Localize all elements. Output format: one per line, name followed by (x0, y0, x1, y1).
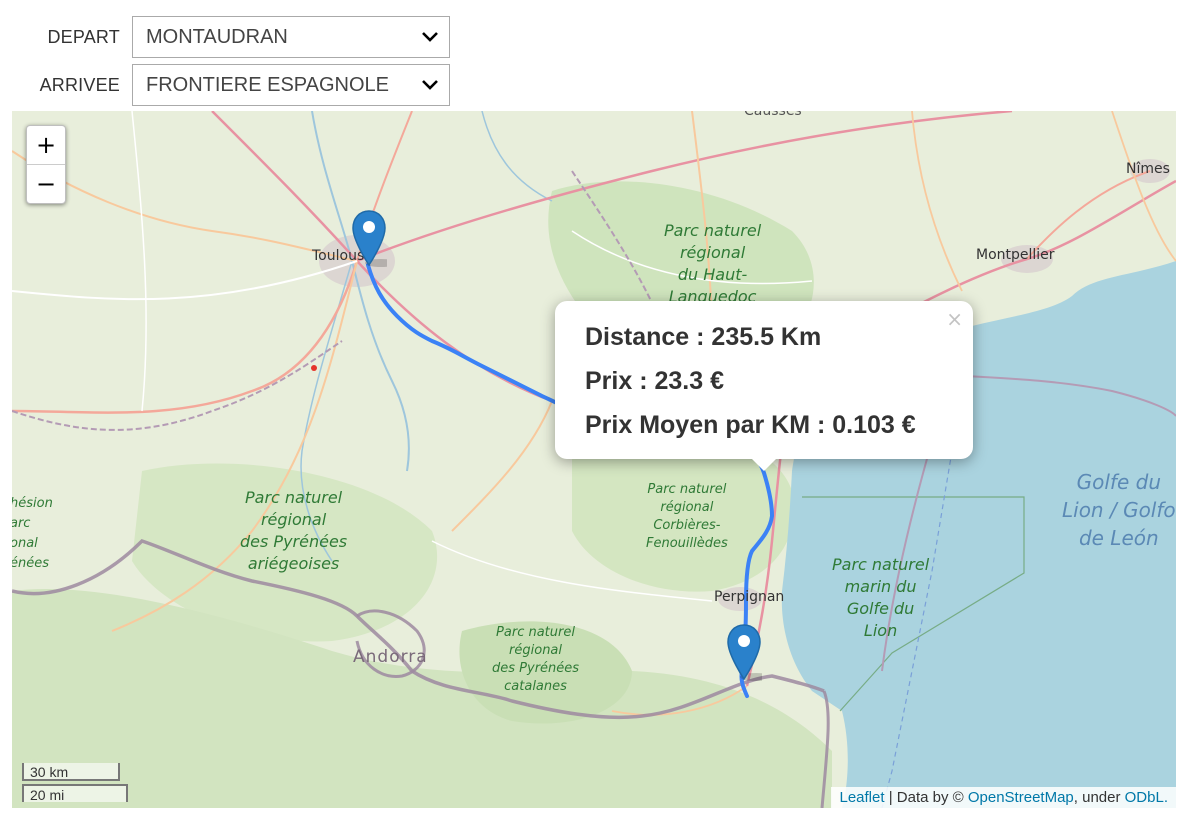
chevron-down-icon (421, 76, 439, 94)
popup-distance: Distance : 235.5 Km (585, 323, 822, 351)
popup-tip (751, 458, 777, 471)
arrivee-select-value: FRONTIERE ESPAGNOLE (146, 73, 390, 96)
arrivee-row: ARRIVEE FRONTIERE ESPAGNOLE (0, 64, 450, 106)
zoom-in-button[interactable]: + (27, 126, 65, 164)
depart-label: DEPART (47, 26, 120, 47)
park-label-pyrenees-catalanes: Parc naturel régional des Pyrénées catalane… (492, 625, 580, 694)
odbl-link[interactable]: ODbL. (1125, 789, 1168, 806)
city-label-nimes: Nîmes (1126, 161, 1170, 177)
attribution-under: , under (1073, 789, 1125, 806)
park-label-corbieres: Parc naturel régional Corbières- Fenouillèd… (646, 482, 728, 551)
popup-prix: Prix : 23.3 € (585, 367, 724, 395)
leaflet-link[interactable]: Leaflet (839, 789, 884, 806)
depart-row: DEPART MONTAUDRAN (0, 16, 450, 58)
sea-label-golfe-du-lion: Golfe du Lion / Golfo de León (1062, 470, 1176, 550)
map-pin-icon (727, 624, 772, 681)
chevron-down-icon (421, 28, 439, 46)
popup-prix-moyen: Prix Moyen par KM : 0.103 € (585, 411, 916, 439)
osm-link[interactable]: OpenStreetMap (968, 789, 1074, 806)
country-label-andorra: Andorra (353, 647, 428, 667)
map-pin-icon (352, 210, 397, 267)
route-info-popup: × Distance : 235.5 Km Prix : 23.3 € Prix… (555, 301, 973, 471)
arrivee-label: ARRIVEE (39, 74, 120, 95)
end-marker[interactable] (726, 623, 772, 686)
attribution-text: | Data by © (884, 789, 968, 806)
scale-km: 30 km (22, 763, 120, 781)
park-label-haut-languedoc: Parc naturel régional du Haut- Languedoc (664, 221, 762, 306)
park-label-pyrenees-ariegeoises: Parc naturel régional des Pyrénées ariégeoi… (240, 488, 348, 573)
city-label-perpignan: Perpignan (714, 589, 785, 605)
scale-mi: 20 mi (22, 784, 128, 803)
depart-select[interactable]: MONTAUDRAN (132, 16, 450, 58)
start-marker[interactable] (351, 209, 397, 272)
map-tiles (12, 111, 1176, 808)
arrivee-select[interactable]: FRONTIERE ESPAGNOLE (132, 64, 450, 106)
depart-select-value: MONTAUDRAN (146, 25, 288, 48)
popup-close-button[interactable]: × (946, 307, 963, 331)
park-label-left-edge: hésion arc onal énées (12, 496, 53, 571)
park-label-golfe-du-lion: Parc naturel marin du Golfe du Lion (832, 555, 930, 640)
city-label-montpellier: Montpellier (976, 247, 1055, 263)
city-label-causses: Causses (744, 111, 802, 119)
map-view[interactable]: Toulouse Montpellier Nîmes Perpignan Cau… (12, 111, 1176, 808)
zoom-control: + − (26, 125, 66, 204)
zoom-out-button[interactable]: − (27, 164, 65, 203)
map-attribution: Leaflet | Data by © OpenStreetMap, under… (831, 787, 1176, 808)
